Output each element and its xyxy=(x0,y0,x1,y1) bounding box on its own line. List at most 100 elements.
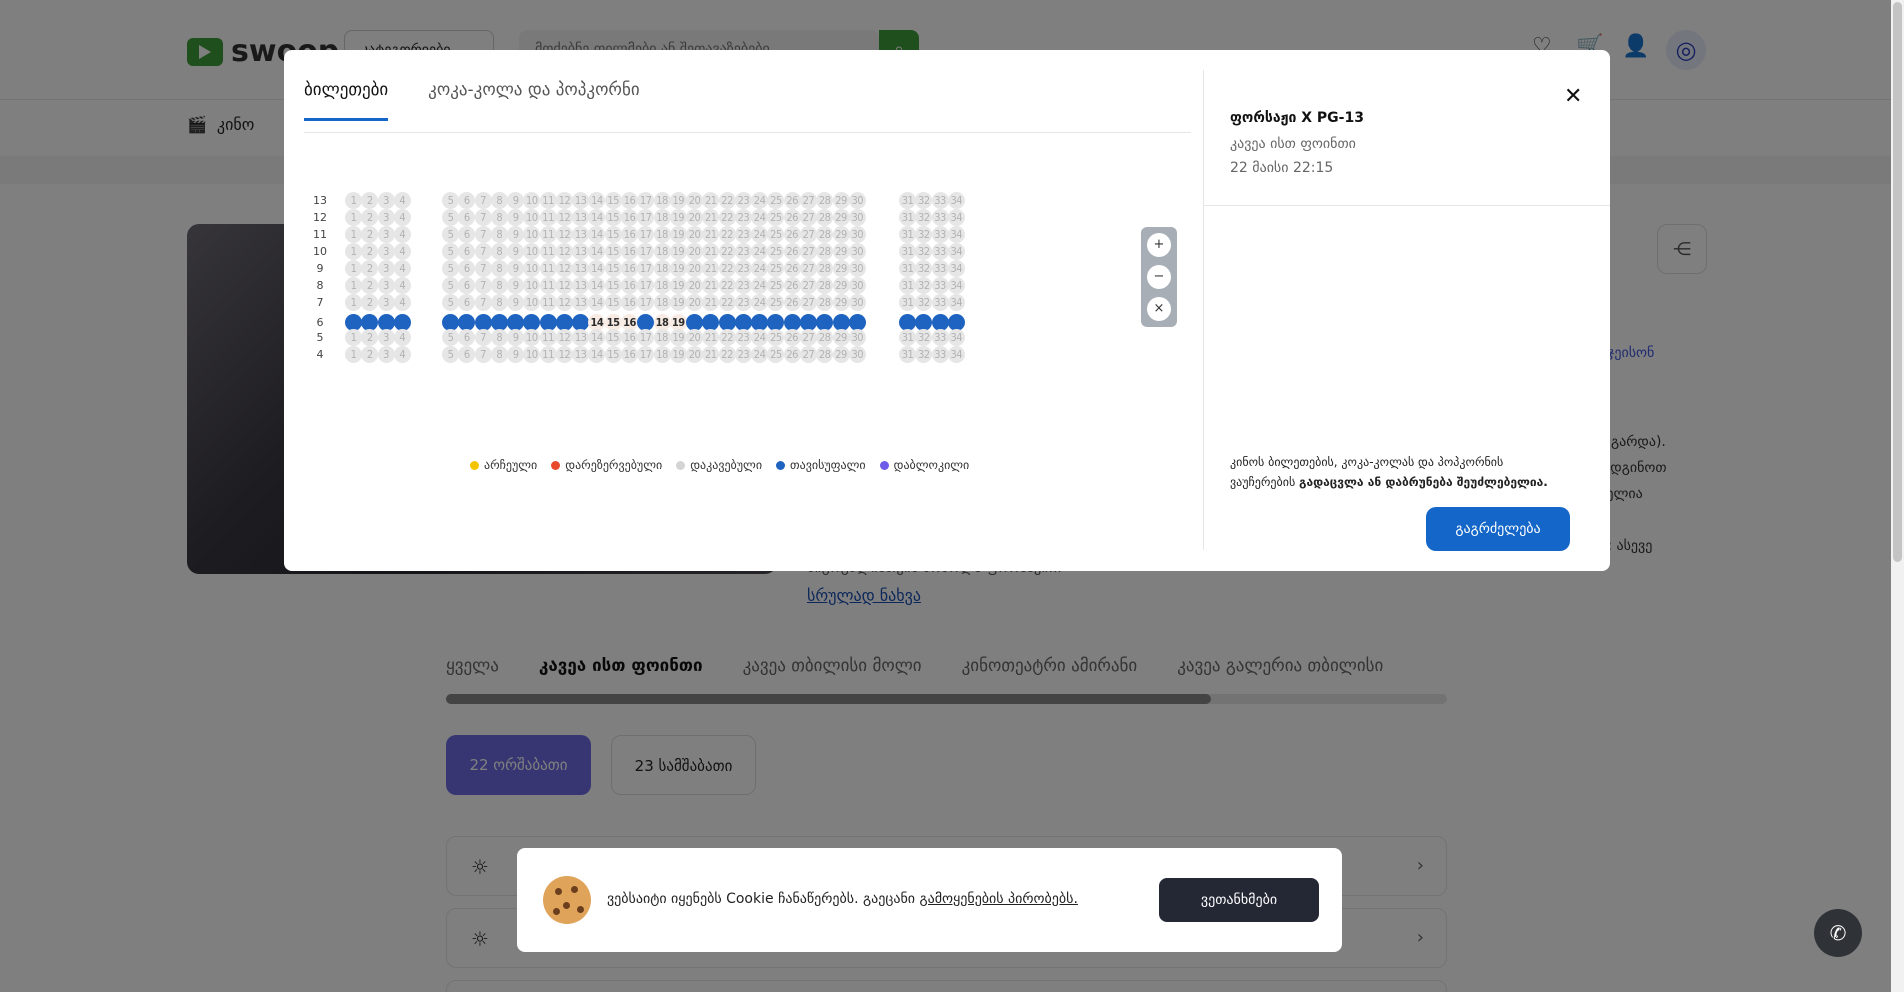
seat[interactable]: 32 xyxy=(915,277,933,294)
seat[interactable]: 4 xyxy=(393,243,411,260)
seat[interactable]: 20 xyxy=(686,226,703,243)
seat[interactable]: 4 xyxy=(393,192,411,209)
seat[interactable]: 19 xyxy=(669,260,687,277)
seat[interactable]: 9 xyxy=(507,243,525,260)
seat[interactable]: 14 xyxy=(588,277,606,294)
seat[interactable]: 12 xyxy=(555,192,573,209)
seat[interactable]: 26 xyxy=(783,329,801,346)
seat[interactable]: 3 xyxy=(377,277,395,294)
tab-coca-cola-popcorn[interactable]: კოკა-კოლა და პოპკორნი xyxy=(428,80,639,121)
seat[interactable]: 16 xyxy=(621,192,638,209)
seat[interactable]: 18 xyxy=(653,226,671,243)
seat[interactable]: 34 xyxy=(947,260,965,277)
seat[interactable]: 12 xyxy=(555,243,573,260)
seat[interactable]: 3 xyxy=(377,192,395,209)
seat[interactable]: 32 xyxy=(915,346,933,363)
seat[interactable]: 24 xyxy=(751,277,769,294)
seat[interactable]: 7 xyxy=(474,260,492,277)
seat[interactable]: 16 xyxy=(621,294,638,311)
seat[interactable]: 8 xyxy=(490,260,508,277)
seat[interactable]: 22 xyxy=(718,192,736,209)
seat[interactable]: 16 xyxy=(621,329,638,346)
seat[interactable]: 10 xyxy=(523,226,541,243)
seat[interactable]: 24 xyxy=(751,226,769,243)
seat[interactable]: 33 xyxy=(931,226,949,243)
seat[interactable]: 27 xyxy=(799,294,817,311)
seat[interactable]: 3 xyxy=(377,294,395,311)
seat[interactable]: 7 xyxy=(474,329,492,346)
seat[interactable]: 23 xyxy=(734,346,752,363)
seat[interactable]: 1 xyxy=(345,329,362,346)
seat[interactable]: 2 xyxy=(361,209,379,226)
seat[interactable]: 4 xyxy=(393,294,411,311)
seat[interactable]: 8 xyxy=(490,329,508,346)
seat[interactable]: 19 xyxy=(669,346,687,363)
seat[interactable]: 9 xyxy=(507,260,525,277)
seat[interactable]: 29 xyxy=(832,329,850,346)
seat[interactable]: 6 xyxy=(458,192,476,209)
seat[interactable]: 21 xyxy=(702,243,720,260)
seat[interactable]: 14 xyxy=(588,243,606,260)
seat[interactable]: 6 xyxy=(458,346,476,363)
seat[interactable]: 9 xyxy=(507,277,525,294)
seat[interactable]: 31 xyxy=(899,209,916,226)
seat[interactable]: 20 xyxy=(686,192,703,209)
seat[interactable]: 24 xyxy=(751,260,769,277)
seat[interactable]: 32 xyxy=(915,192,933,209)
seat[interactable]: 20 xyxy=(686,329,703,346)
seat[interactable]: 34 xyxy=(947,346,965,363)
seat[interactable]: 1 xyxy=(345,243,362,260)
seat[interactable]: 27 xyxy=(799,260,817,277)
seat[interactable]: 11 xyxy=(539,277,557,294)
seat[interactable]: 10 xyxy=(523,329,541,346)
seat[interactable]: 9 xyxy=(507,226,525,243)
seat[interactable]: 5 xyxy=(442,294,459,311)
seat[interactable]: 13 xyxy=(572,294,590,311)
seat[interactable]: 14 xyxy=(588,192,606,209)
seat[interactable]: 10 xyxy=(523,294,541,311)
seat[interactable]: 10 xyxy=(523,260,541,277)
seat[interactable]: 6 xyxy=(458,226,476,243)
seat[interactable]: 28 xyxy=(816,329,834,346)
seat[interactable]: 25 xyxy=(767,346,785,363)
seat[interactable]: 5 xyxy=(442,346,459,363)
seat[interactable]: 28 xyxy=(816,226,834,243)
seat[interactable]: 5 xyxy=(442,243,459,260)
seat[interactable]: 18 xyxy=(653,329,671,346)
seat[interactable]: 8 xyxy=(490,243,508,260)
seat[interactable]: 13 xyxy=(572,260,590,277)
seat[interactable]: 11 xyxy=(539,209,557,226)
seat[interactable]: 31 xyxy=(899,277,916,294)
seat[interactable]: 33 xyxy=(931,192,949,209)
seat[interactable]: 12 xyxy=(555,294,573,311)
seat[interactable]: 3 xyxy=(377,226,395,243)
seat[interactable]: 22 xyxy=(718,277,736,294)
seat[interactable]: 34 xyxy=(947,209,965,226)
seat[interactable]: 5 xyxy=(442,192,459,209)
seat[interactable]: 33 xyxy=(931,294,949,311)
seat[interactable]: 27 xyxy=(799,209,817,226)
seat[interactable]: 7 xyxy=(474,294,492,311)
seat[interactable]: 3 xyxy=(377,209,395,226)
seat[interactable]: 29 xyxy=(832,226,850,243)
seat[interactable]: 21 xyxy=(702,226,720,243)
seat[interactable]: 4 xyxy=(393,329,411,346)
seat[interactable]: 14 xyxy=(588,346,606,363)
seat[interactable]: 16 xyxy=(621,226,638,243)
seat[interactable]: 23 xyxy=(734,243,752,260)
seat[interactable]: 28 xyxy=(816,277,834,294)
seat[interactable]: 9 xyxy=(507,192,525,209)
seat[interactable]: 4 xyxy=(393,226,411,243)
seat[interactable]: 13 xyxy=(572,329,590,346)
seat[interactable]: 19 xyxy=(669,277,687,294)
seat[interactable]: 2 xyxy=(361,243,379,260)
seat[interactable]: 28 xyxy=(816,260,834,277)
seat[interactable]: 31 xyxy=(899,329,916,346)
seat[interactable]: 30 xyxy=(848,294,866,311)
seat[interactable]: 28 xyxy=(816,192,834,209)
seat[interactable]: 15 xyxy=(604,329,622,346)
seat[interactable]: 27 xyxy=(799,346,817,363)
seat[interactable]: 30 xyxy=(848,346,866,363)
seat[interactable]: 8 xyxy=(490,277,508,294)
seat[interactable]: 18 xyxy=(653,294,671,311)
